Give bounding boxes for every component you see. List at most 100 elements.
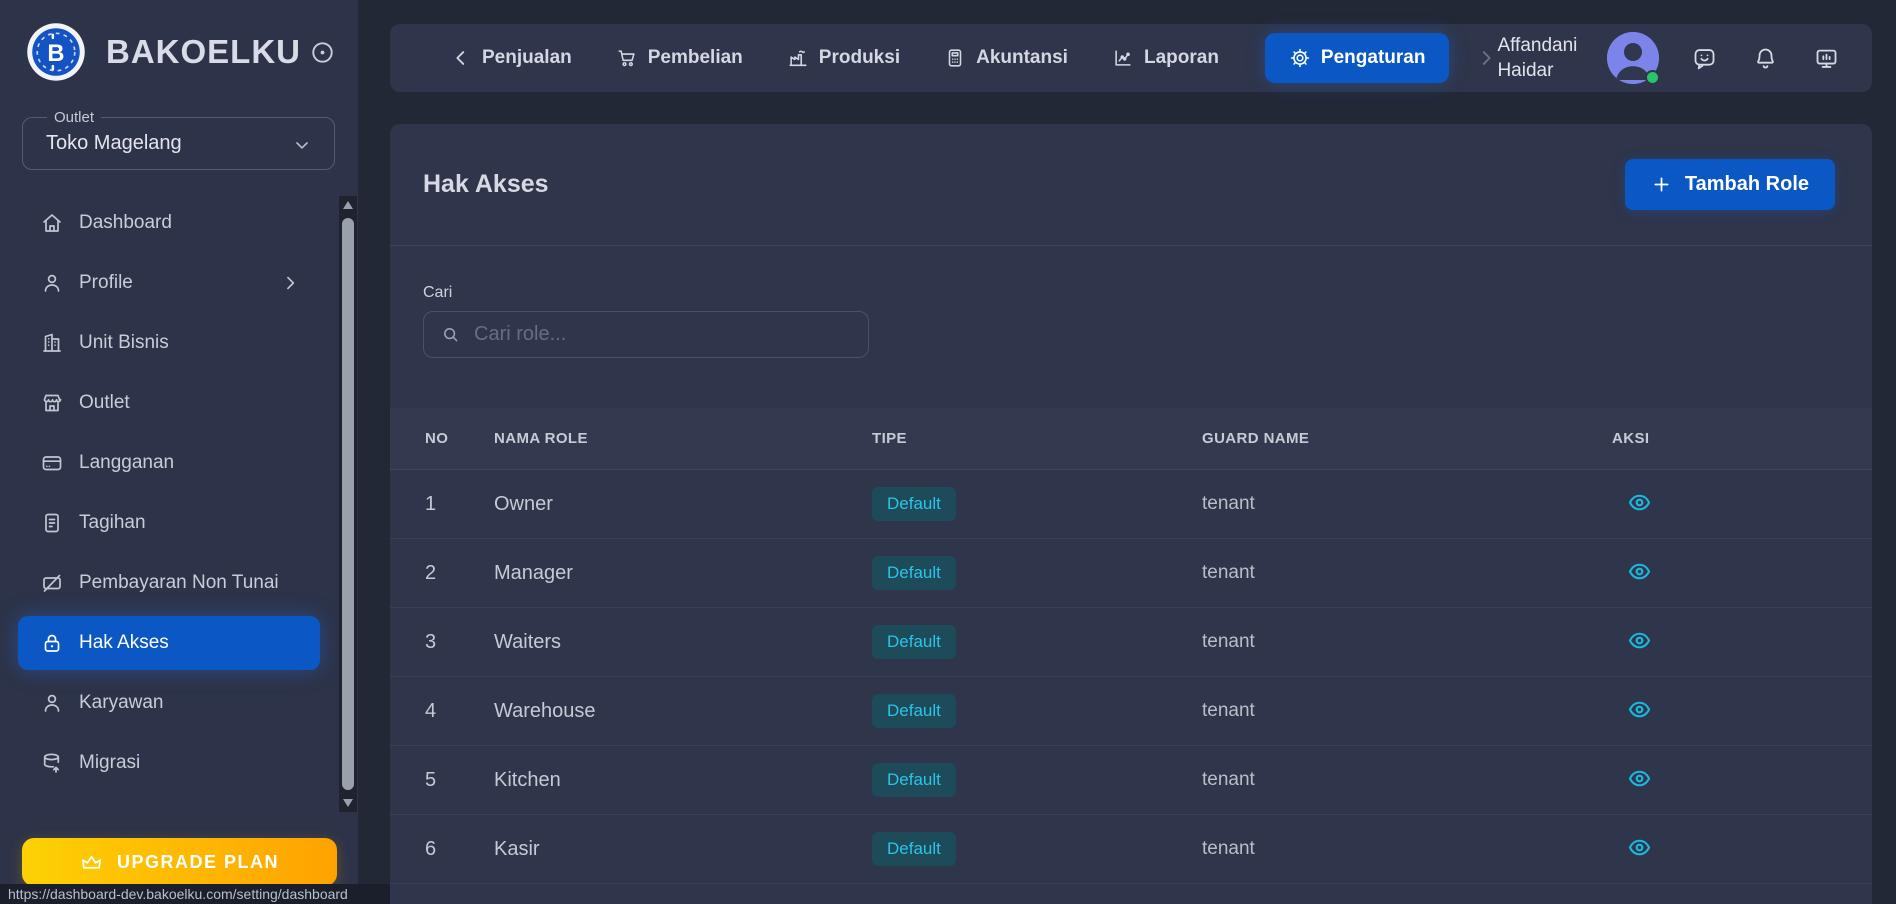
nav-item-label: Akuntansi [976, 47, 1068, 68]
chevron-down-icon [292, 135, 312, 155]
tambah-role-label: Tambah Role [1684, 173, 1809, 195]
factory-icon [787, 47, 809, 69]
sidebar-item-outlet[interactable]: Outlet [18, 376, 320, 430]
feedback-button[interactable] [1689, 43, 1720, 74]
plus-icon [1651, 174, 1672, 195]
search-box [423, 311, 869, 358]
search-label: Cari [423, 284, 453, 301]
sidebar-item-karyawan[interactable]: Karyawan [18, 676, 320, 730]
database-icon [40, 751, 64, 775]
column-header-tipe: TIPE [872, 430, 907, 447]
notifications-button[interactable] [1750, 43, 1781, 74]
sidebar-item-pembayaran-non-tunai[interactable]: Pembayaran Non Tunai [18, 556, 320, 610]
user-icon [40, 271, 64, 295]
table-header-row: NO NAMA ROLE TIPE GUARD NAME AKSI [390, 408, 1872, 470]
tambah-role-button[interactable]: Tambah Role [1624, 159, 1835, 210]
sidebar-item-profile[interactable]: Profile [18, 256, 320, 310]
record-circle-icon [309, 39, 336, 66]
view-role-button[interactable] [1624, 487, 1655, 518]
table-row: 5 Kitchen Default tenant [390, 746, 1872, 815]
invoice-icon [40, 511, 64, 535]
sidebar-item-dashboard[interactable]: Dashboard [18, 196, 320, 250]
crown-icon [80, 851, 103, 874]
nav-item-label: Penjualan [482, 47, 572, 68]
main-content-panel: Hak Akses Tambah Role Cari NO NAMA ROLE … [390, 124, 1872, 904]
tipe-badge: Default [872, 832, 956, 866]
eye-icon [1626, 627, 1653, 654]
roles-table: NO NAMA ROLE TIPE GUARD NAME AKSI 1 Owne… [390, 408, 1872, 884]
nav-item-label: Pengaturan [1320, 47, 1426, 68]
cart-icon [616, 47, 638, 69]
store-icon [40, 391, 64, 415]
sidebar-item-migrasi[interactable]: Migrasi [18, 736, 320, 790]
search-section: Cari [423, 284, 1872, 358]
scroll-up-arrow-icon[interactable] [343, 201, 353, 209]
sidebar-item-label: Dashboard [79, 212, 172, 233]
cell-guard-name: tenant [1202, 493, 1255, 514]
cell-no: 4 [425, 699, 437, 722]
table-row: 2 Manager Default tenant [390, 539, 1872, 608]
cell-nama-role: Kasir [494, 837, 540, 860]
nav-item-produksi[interactable]: Produksi [787, 47, 900, 69]
tipe-badge: Default [872, 487, 956, 521]
search-icon [440, 324, 461, 345]
sidebar-collapse-button[interactable] [307, 37, 338, 68]
eye-icon [1626, 489, 1653, 516]
cell-no: 2 [425, 561, 437, 584]
cell-guard-name: tenant [1202, 562, 1255, 583]
sidebar-item-langganan[interactable]: Langganan [18, 436, 320, 490]
cell-guard-name: tenant [1202, 769, 1255, 790]
scrollbar-thumb[interactable] [342, 218, 354, 790]
search-input[interactable] [474, 323, 852, 346]
nav-item-pengaturan[interactable]: Pengaturan [1264, 33, 1450, 83]
table-row: 3 Waiters Default tenant [390, 608, 1872, 677]
top-nav-right: Affandani Haidar [1497, 32, 1842, 85]
monitor-icon [1813, 45, 1840, 72]
view-role-button[interactable] [1624, 694, 1655, 725]
tipe-badge: Default [872, 694, 956, 728]
gear-icon [1289, 47, 1311, 69]
view-role-button[interactable] [1624, 625, 1655, 656]
sidebar-item-label: Karyawan [79, 692, 164, 713]
upgrade-plan-button[interactable]: UPGRADE PLAN [22, 838, 337, 886]
sidebar-scrollbar[interactable] [339, 196, 357, 812]
cell-nama-role: Waiters [494, 630, 562, 653]
nav-item-laporan[interactable]: Laporan [1112, 47, 1219, 69]
top-navigation-bar: Penjualan Pembelian Produksi Akuntansi L… [390, 24, 1872, 92]
outlet-select[interactable]: Outlet Toko Magelang [22, 109, 335, 170]
display-mode-button[interactable] [1811, 43, 1842, 74]
cashless-icon [40, 571, 64, 595]
user-name[interactable]: Affandani Haidar [1497, 33, 1577, 83]
sidebar-item-label: Outlet [79, 392, 130, 413]
building-icon [40, 331, 64, 355]
nav-item-penjualan[interactable]: Penjualan [450, 47, 572, 69]
chevron-right-icon [280, 273, 300, 293]
view-role-button[interactable] [1624, 763, 1655, 794]
view-role-button[interactable] [1624, 556, 1655, 587]
upgrade-plan-label: UPGRADE PLAN [116, 851, 279, 872]
eye-icon [1626, 765, 1653, 792]
scroll-down-arrow-icon[interactable] [343, 799, 353, 807]
bakoelku-logo-icon: B [26, 22, 86, 82]
eye-icon [1626, 834, 1653, 861]
table-row: 6 Kasir Default tenant [390, 815, 1872, 884]
online-status-dot [1645, 70, 1661, 85]
brand-name: BAKOELKU [106, 33, 301, 70]
sidebar-menu: Dashboard Profile Unit Bisnis Outlet Lan… [0, 196, 358, 796]
user-avatar[interactable] [1607, 32, 1661, 85]
nav-item-akuntansi[interactable]: Akuntansi [944, 47, 1068, 69]
sidebar-item-hak-akses[interactable]: Hak Akses [18, 616, 320, 670]
view-role-button[interactable] [1624, 832, 1655, 863]
browser-status-url: https://dashboard-dev.bakoelku.com/setti… [0, 884, 392, 904]
panel-header: Hak Akses Tambah Role [390, 124, 1872, 246]
table-row: 4 Warehouse Default tenant [390, 677, 1872, 746]
cell-nama-role: Manager [494, 561, 573, 584]
sidebar-item-label: Migrasi [79, 752, 141, 773]
sidebar-item-label: Unit Bisnis [79, 332, 169, 353]
sidebar-item-unit-bisnis[interactable]: Unit Bisnis [18, 316, 320, 370]
nav-item-pembelian[interactable]: Pembelian [616, 47, 743, 69]
sidebar-item-tagihan[interactable]: Tagihan [18, 496, 320, 550]
column-header-no: NO [425, 430, 449, 447]
svg-text:B: B [47, 40, 64, 67]
sidebar-item-label: Langganan [79, 452, 175, 473]
